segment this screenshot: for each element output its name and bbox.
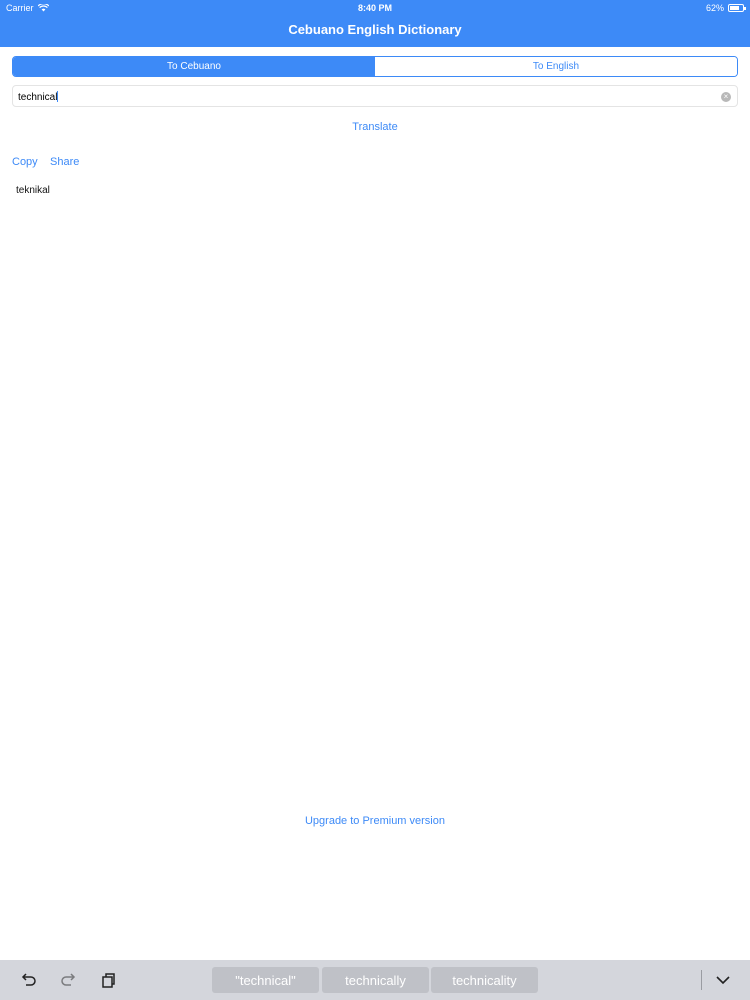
copy-button[interactable]: Copy xyxy=(12,156,38,168)
share-button[interactable]: Share xyxy=(50,156,79,168)
divider xyxy=(701,970,702,990)
status-bar: Carrier 8:40 PM 62% xyxy=(0,0,750,16)
translation-result: teknikal xyxy=(16,185,50,196)
search-input[interactable]: technical × xyxy=(12,85,738,107)
direction-segmented-control[interactable]: To Cebuano To English xyxy=(12,56,738,77)
keyboard-shortcut-bar: "technical" technically technicality xyxy=(0,960,750,1000)
segment-to-cebuano[interactable]: To Cebuano xyxy=(13,57,375,76)
text-caret xyxy=(57,91,59,102)
suggestion-3[interactable]: technicality xyxy=(431,967,538,993)
battery-icon xyxy=(728,4,746,12)
dismiss-keyboard-icon[interactable] xyxy=(713,970,733,990)
translate-button[interactable]: Translate xyxy=(0,121,750,133)
search-value: technical xyxy=(18,92,58,103)
clear-icon[interactable]: × xyxy=(721,92,731,102)
suggestion-1[interactable]: "technical" xyxy=(212,967,319,993)
upgrade-premium-link[interactable]: Upgrade to Premium version xyxy=(0,815,750,827)
undo-icon[interactable] xyxy=(19,970,39,990)
battery-percent: 62% xyxy=(705,3,724,13)
page-title: Cebuano English Dictionary xyxy=(288,22,462,37)
app-header: Carrier 8:40 PM 62% Cebuano English Dict… xyxy=(0,0,750,47)
suggestion-2[interactable]: technically xyxy=(322,967,429,993)
status-time: 8:40 PM xyxy=(357,3,392,13)
redo-icon[interactable] xyxy=(58,970,78,990)
segment-to-english[interactable]: To English xyxy=(375,57,737,76)
paste-icon[interactable] xyxy=(98,970,118,990)
